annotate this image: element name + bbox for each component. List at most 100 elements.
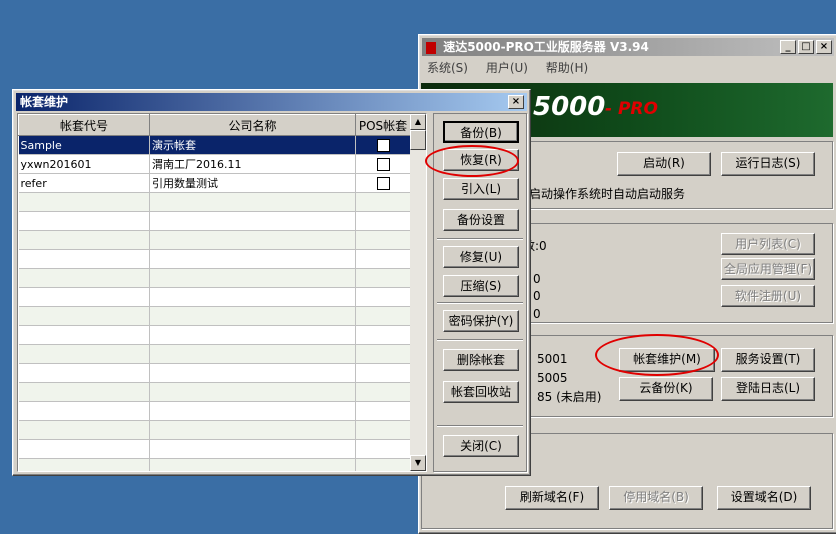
server-title: 速达5000-PRO工业版服务器 V3.94: [443, 40, 649, 54]
compress-button[interactable]: 压缩(S): [443, 275, 519, 297]
backup-settings-button[interactable]: 备份设置: [443, 209, 519, 231]
scroll-down-arrow[interactable]: ▼: [410, 455, 426, 471]
empty-row: [18, 287, 411, 307]
acct-grid[interactable]: 帐套代号 公司名称 POS帐套 Sample 演示帐套 yxwn201601 渭…: [17, 113, 427, 472]
divider: [437, 238, 523, 240]
table-row[interactable]: refer 引用数量测试: [18, 173, 411, 193]
pos-checkbox[interactable]: [376, 138, 390, 152]
scroll-thumb[interactable]: [410, 130, 426, 150]
empty-cell: [149, 268, 356, 288]
empty-cell: [149, 420, 356, 440]
password-protect-button[interactable]: 密码保护(Y): [443, 310, 519, 332]
set-domain-button[interactable]: 设置域名(D): [717, 486, 811, 510]
empty-cell: [149, 344, 356, 364]
empty-cell: [18, 363, 150, 383]
restore-button[interactable]: 恢复(R): [443, 149, 519, 171]
empty-cell: [18, 401, 150, 421]
empty-cell: [149, 211, 356, 231]
runlog-button[interactable]: 运行日志(S): [721, 152, 815, 176]
empty-cell: [18, 211, 150, 231]
pos-checkbox[interactable]: [376, 157, 390, 171]
empty-cell: [149, 458, 356, 471]
empty-cell: [355, 249, 411, 269]
cloud-backup-button[interactable]: 云备份(K): [619, 377, 713, 401]
col-code-header[interactable]: 帐套代号: [18, 114, 150, 136]
global-app-button[interactable]: 全局应用管理(F): [721, 258, 815, 280]
empty-cell: [149, 192, 356, 212]
empty-cell: [355, 420, 411, 440]
empty-row: [18, 363, 411, 383]
empty-row: [18, 192, 411, 212]
col-name-header[interactable]: 公司名称: [149, 114, 356, 136]
table-row[interactable]: Sample 演示帐套: [18, 135, 411, 155]
empty-cell: [355, 401, 411, 421]
menu-user[interactable]: 用户(U): [486, 61, 528, 75]
empty-cell: [355, 325, 411, 345]
backup-button[interactable]: 备份(B): [443, 121, 519, 143]
table-header: 帐套代号 公司名称 POS帐套: [18, 114, 411, 136]
empty-row: [18, 230, 411, 250]
empty-cell: [18, 382, 150, 402]
login-log-button[interactable]: 登陆日志(L): [721, 377, 815, 401]
empty-cell: [355, 439, 411, 459]
empty-cell: [355, 306, 411, 326]
cell-pos: [355, 173, 411, 193]
empty-cell: [149, 401, 356, 421]
empty-cell: [149, 306, 356, 326]
empty-cell: [149, 230, 356, 250]
disable-domain-button[interactable]: 停用域名(B): [609, 486, 703, 510]
user-list-button[interactable]: 用户列表(C): [721, 233, 815, 255]
stat-value-3: 0: [533, 307, 541, 321]
divider: [437, 339, 523, 341]
repair-button[interactable]: 修复(U): [443, 246, 519, 268]
start-button[interactable]: 启动(R): [617, 152, 711, 176]
empty-row: [18, 401, 411, 421]
service-settings-button[interactable]: 服务设置(T): [721, 348, 815, 372]
acct-maint-dialog: 帐套维护 × 帐套代号 公司名称 POS帐套 Sample 演示帐套 yxwn2…: [12, 89, 531, 476]
vertical-scrollbar[interactable]: ▲ ▼: [410, 114, 426, 471]
empty-cell: [355, 192, 411, 212]
dialog-close-button[interactable]: ×: [508, 95, 524, 109]
import-button[interactable]: 引入(L): [443, 178, 519, 200]
empty-row: [18, 268, 411, 288]
empty-cell: [355, 382, 411, 402]
empty-cell: [355, 211, 411, 231]
maximize-button[interactable]: □: [798, 40, 814, 54]
empty-cell: [355, 287, 411, 307]
empty-cell: [149, 439, 356, 459]
dialog-titlebar[interactable]: 帐套维护: [16, 93, 527, 111]
divider: [437, 425, 523, 427]
table-row[interactable]: yxwn201601 渭南工厂2016.11: [18, 154, 411, 174]
empty-cell: [149, 287, 356, 307]
refresh-domain-button[interactable]: 刷新域名(F): [505, 486, 599, 510]
minimize-button[interactable]: _: [780, 40, 796, 54]
cell-code: Sample: [18, 135, 150, 155]
menu-bar: 系统(S) 用户(U) 帮助(H): [427, 59, 602, 76]
software-reg-button[interactable]: 软件注册(U): [721, 285, 815, 307]
recycle-bin-button[interactable]: 帐套回收站: [443, 381, 519, 403]
menu-help[interactable]: 帮助(H): [546, 61, 588, 75]
empty-row: [18, 211, 411, 231]
acct-maint-button[interactable]: 帐套维护(M): [619, 348, 715, 372]
server-titlebar[interactable]: 速达5000-PRO工业版服务器 V3.94: [422, 38, 834, 56]
dialog-title: 帐套维护: [20, 95, 69, 109]
menu-system[interactable]: 系统(S): [427, 61, 468, 75]
col-pos-header[interactable]: POS帐套: [355, 114, 411, 136]
app-icon: [426, 41, 436, 54]
divider: [437, 302, 523, 304]
empty-row: [18, 382, 411, 402]
empty-cell: [149, 382, 356, 402]
dialog-close-action-button[interactable]: 关闭(C): [443, 435, 519, 457]
empty-cell: [355, 268, 411, 288]
empty-cell: [355, 363, 411, 383]
empty-row: [18, 249, 411, 269]
empty-cell: [149, 325, 356, 345]
close-button[interactable]: ×: [816, 40, 832, 54]
delete-acct-button[interactable]: 删除帐套: [443, 349, 519, 371]
scroll-up-arrow[interactable]: ▲: [410, 114, 426, 130]
empty-cell: [18, 192, 150, 212]
empty-cell: [18, 458, 150, 471]
stat-value-1: 0: [533, 272, 541, 286]
pos-checkbox[interactable]: [376, 176, 390, 190]
empty-row: [18, 344, 411, 364]
